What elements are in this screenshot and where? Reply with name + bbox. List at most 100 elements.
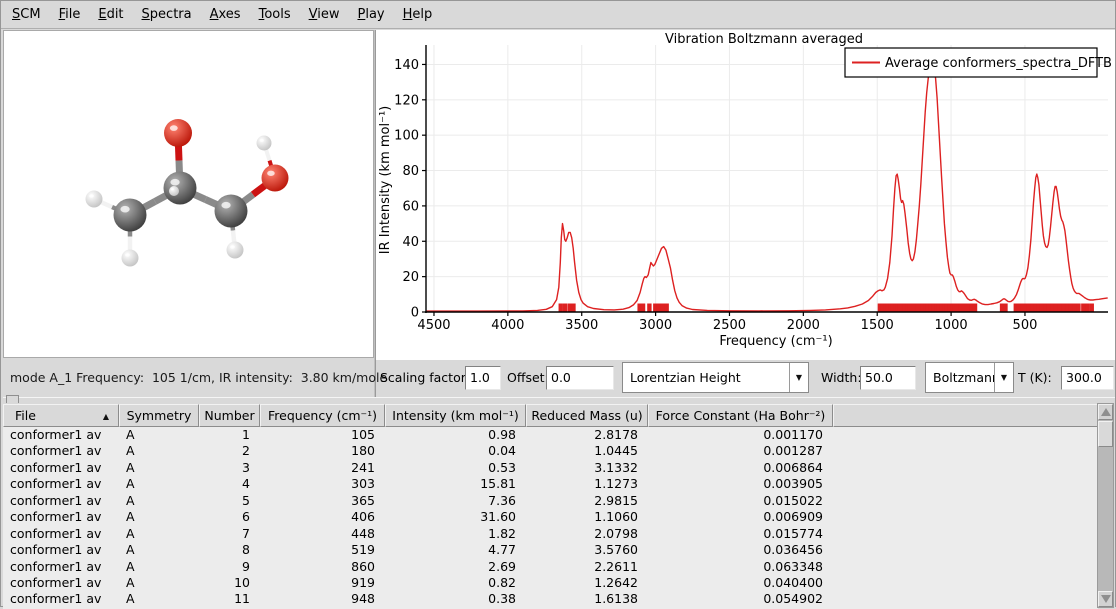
molecule-3d-view[interactable] — [4, 31, 373, 357]
spectrum-controls: Scaling factor: 1.0 Offset: 0.0 Lorentzi… — [376, 360, 1116, 397]
table-cell: 1.82 — [385, 526, 526, 542]
atom-carbonyl-carbon[interactable] — [164, 172, 197, 205]
table-cell: 2 — [199, 443, 260, 459]
table-row[interactable]: conformer1 avA109190.821.26420.040400 — [3, 575, 1098, 591]
table-row[interactable]: conformer1 avA32410.533.13320.006864 — [3, 460, 1098, 476]
table-scrollbar[interactable] — [1097, 403, 1114, 608]
menu-tools[interactable]: Tools — [250, 2, 300, 27]
table-cell — [833, 460, 1098, 476]
lineshape-dropdown[interactable]: Lorentzian Height ▼ — [622, 362, 809, 393]
table-row[interactable]: conformer1 avA74481.822.07980.015774 — [3, 526, 1098, 542]
modes-table: File▲SymmetryNumberFrequency (cm⁻¹)Inten… — [3, 397, 1115, 608]
table-cell: 3.1332 — [526, 460, 648, 476]
atom-hydroxyl-hydrogen[interactable] — [257, 136, 272, 151]
table-row[interactable]: conformer1 avA11050.982.81780.001170 — [3, 427, 1098, 443]
table-cell — [833, 591, 1098, 607]
spectrum-chart[interactable]: 4500400035003000250020001500100050002040… — [376, 30, 1115, 360]
table-cell: 0.53 — [385, 460, 526, 476]
table-cell: 0.04 — [385, 443, 526, 459]
atom-ch2-hydrogen[interactable] — [227, 242, 244, 259]
spectrum-chart-panel[interactable]: 4500400035003000250020001500100050002040… — [376, 30, 1115, 360]
table-cell: 6 — [199, 509, 260, 525]
table-row[interactable]: conformer1 avA640631.601.10600.006909 — [3, 509, 1098, 525]
scrollbar-thumb[interactable] — [1098, 421, 1113, 447]
column-header-symmetry[interactable]: Symmetry — [119, 404, 199, 427]
atom-methyl-hydrogen-2[interactable] — [122, 250, 139, 267]
menu-file[interactable]: File — [50, 2, 90, 27]
table-cell: 1.0445 — [526, 443, 648, 459]
atom-ch2-carbon[interactable] — [215, 195, 248, 228]
svg-text:3500: 3500 — [565, 318, 598, 333]
atom-hydroxyl-oxygen[interactable] — [262, 165, 289, 192]
atom-ketone-oxygen[interactable] — [164, 119, 192, 147]
column-header-frequency[interactable]: Frequency (cm⁻¹) — [260, 404, 385, 427]
pane-grip[interactable] — [6, 395, 19, 403]
menubar: SCMFileEditSpectraAxesToolsViewPlayHelp — [1, 1, 1115, 29]
menu-play[interactable]: Play — [348, 2, 393, 27]
svg-text:500: 500 — [1013, 318, 1038, 333]
table-row[interactable]: conformer1 avA53657.362.98150.015022 — [3, 493, 1098, 509]
table-cell: 105 — [260, 427, 385, 443]
scroll-down-icon[interactable] — [1098, 591, 1113, 607]
table-cell: 0.38 — [385, 591, 526, 607]
table-cell: 1.2642 — [526, 575, 648, 591]
menu-view[interactable]: View — [300, 2, 349, 27]
table-cell: 365 — [260, 493, 385, 509]
table-cell: 2.69 — [385, 559, 526, 575]
svg-text:20: 20 — [402, 270, 419, 285]
table-cell — [833, 542, 1098, 558]
column-header-reduced[interactable]: Reduced Mass (u) — [526, 404, 648, 427]
scroll-up-icon[interactable] — [1098, 404, 1113, 420]
atom-methyl-hydrogen-1[interactable] — [86, 191, 103, 208]
table-cell: conformer1 av — [3, 575, 119, 591]
table-cell: 2.0798 — [526, 526, 648, 542]
table-cell: conformer1 av — [3, 509, 119, 525]
column-header-file[interactable]: File▲ — [3, 404, 119, 427]
menu-scm[interactable]: SCM — [3, 2, 50, 27]
table-cell: conformer1 av — [3, 526, 119, 542]
table-cell: 7.36 — [385, 493, 526, 509]
svg-text:0: 0 — [411, 306, 419, 321]
table-cell: 0.054902 — [648, 591, 833, 607]
column-header-force[interactable]: Force Constant (Ha Bohr⁻²) — [648, 404, 833, 427]
table-cell — [833, 509, 1098, 525]
table-cell: conformer1 av — [3, 559, 119, 575]
table-cell: 1 — [199, 427, 260, 443]
table-cell: 0.036456 — [648, 542, 833, 558]
temperature-input[interactable]: 300.0 — [1061, 366, 1114, 390]
chart-legend[interactable]: Average conformers_spectra_DFTB — [845, 48, 1112, 77]
table-cell: 0.040400 — [648, 575, 833, 591]
menu-axes[interactable]: Axes — [201, 2, 250, 27]
menu-help[interactable]: Help — [394, 2, 442, 27]
menu-spectra[interactable]: Spectra — [133, 2, 201, 27]
menu-edit[interactable]: Edit — [89, 2, 132, 27]
table-row[interactable]: conformer1 avA98602.692.26110.063348 — [3, 559, 1098, 575]
table-cell: 15.81 — [385, 476, 526, 492]
table-cell: 4 — [199, 476, 260, 492]
chevron-down-icon[interactable]: ▼ — [994, 363, 1013, 392]
column-header-intensity[interactable]: Intensity (km mol⁻¹) — [385, 404, 526, 427]
weighting-dropdown[interactable]: Boltzmann ▼ — [925, 362, 1014, 393]
molecule-viewer[interactable] — [3, 30, 374, 358]
svg-text:4000: 4000 — [491, 318, 524, 333]
table-row[interactable]: conformer1 avA430315.811.12730.003905 — [3, 476, 1098, 492]
atom-front-hydrogen[interactable] — [169, 186, 179, 196]
temperature-label: T (K): — [1018, 370, 1052, 385]
width-input[interactable]: 50.0 — [860, 366, 916, 390]
table-row[interactable]: conformer1 avA85194.773.57600.036456 — [3, 542, 1098, 558]
table-cell: 0.82 — [385, 575, 526, 591]
column-header-filler[interactable] — [833, 404, 1098, 427]
table-row[interactable]: conformer1 avA21800.041.04450.001287 — [3, 443, 1098, 459]
offset-input[interactable]: 0.0 — [546, 366, 614, 390]
table-row[interactable]: conformer1 avA119480.381.61380.054902 — [3, 591, 1098, 607]
table-cell: A — [119, 526, 199, 542]
table-body: conformer1 avA11050.982.81780.001170conf… — [3, 427, 1098, 609]
atom-methyl-carbon[interactable] — [114, 199, 147, 232]
chevron-down-icon[interactable]: ▼ — [789, 363, 808, 392]
table-cell: conformer1 av — [3, 542, 119, 558]
scaling-factor-input[interactable]: 1.0 — [465, 366, 501, 390]
column-header-number[interactable]: Number — [199, 404, 260, 427]
table-cell: conformer1 av — [3, 443, 119, 459]
svg-text:1000: 1000 — [935, 318, 968, 333]
panel-divider[interactable] — [374, 30, 376, 397]
